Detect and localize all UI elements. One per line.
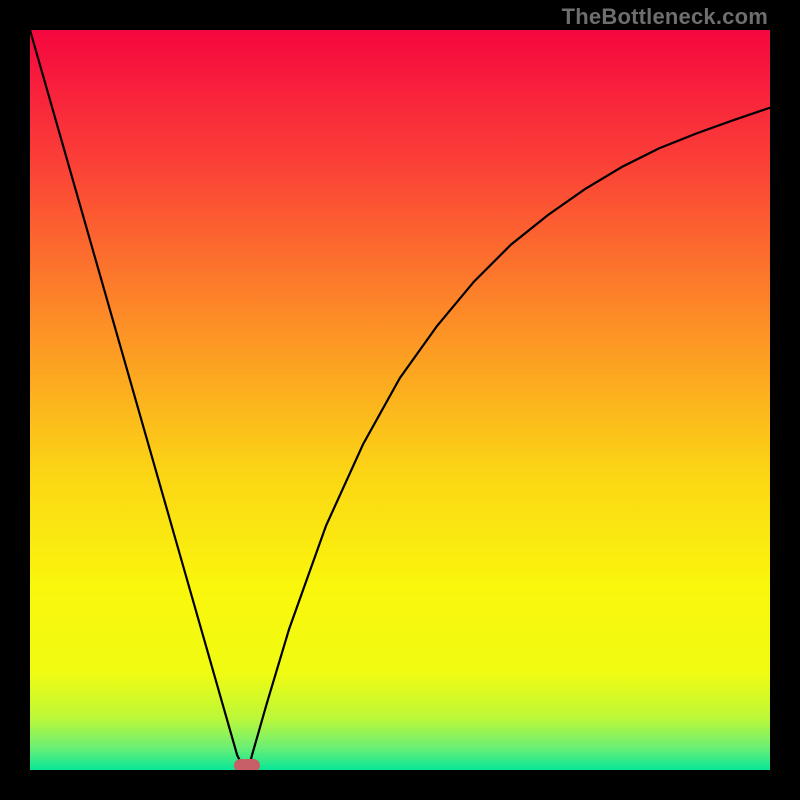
minimum-marker: [234, 759, 260, 770]
bottleneck-chart: [30, 30, 770, 770]
watermark-text: TheBottleneck.com: [562, 4, 768, 30]
bottleneck-curve: [30, 30, 770, 770]
